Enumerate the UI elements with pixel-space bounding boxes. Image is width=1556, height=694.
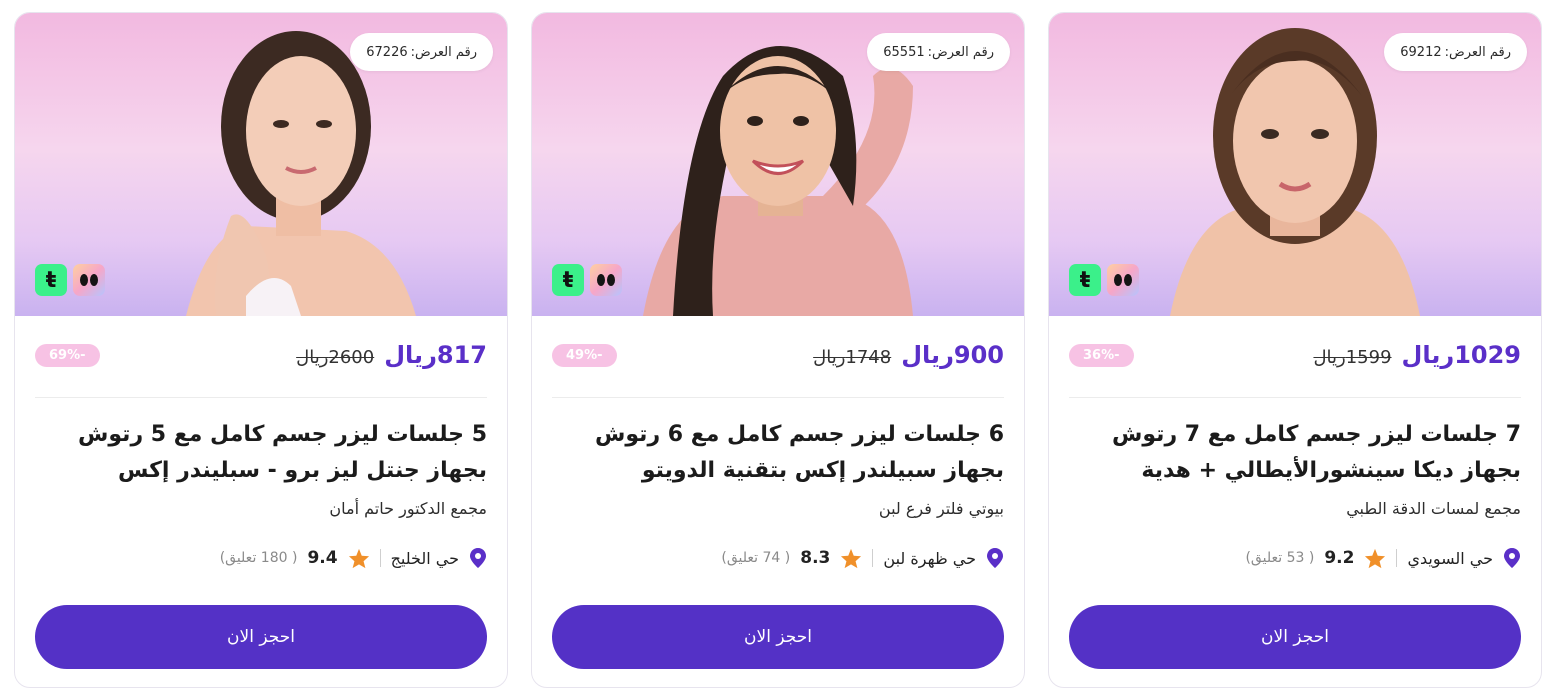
offer-card[interactable]: رقم العرض: 67226 ŧ 817ريال 2600ريال -69%… (14, 12, 508, 688)
star-icon (1365, 548, 1386, 568)
offer-number-badge: رقم العرض: 69212 (1384, 33, 1527, 71)
offer-meta: حي ظهرة لبن 8.3 ( 74 تعليق) (552, 543, 1004, 573)
offer-image[interactable]: رقم العرض: 67226 ŧ (15, 13, 507, 316)
offer-title[interactable]: 7 جلسات ليزر جسم كامل مع 7 رتوش بجهاز دي… (1069, 417, 1521, 489)
discount-badge: -49% (552, 343, 617, 367)
price-new: 1029ريال (1401, 341, 1521, 369)
reviews-count[interactable]: ( 74 تعليق) (721, 550, 790, 566)
offer-meta: حي الخليج 9.4 ( 180 تعليق) (35, 543, 487, 573)
star-icon (841, 548, 862, 568)
discount-badge: -69% (35, 343, 100, 367)
book-now-button[interactable]: احجز الان (552, 605, 1004, 669)
offer-number-badge: رقم العرض: 67226 (350, 33, 493, 71)
tabby-icon: ŧ (552, 264, 584, 296)
offer-number-label: رقم العرض: (1444, 44, 1511, 60)
location-text: حي ظهرة لبن (883, 548, 976, 568)
offer-number-label: رقم العرض: (410, 44, 477, 60)
star-icon (348, 548, 369, 568)
provider-name[interactable]: بيوتي فلتر فرع لبن (552, 499, 1004, 518)
offer-card[interactable]: رقم العرض: 69212 ŧ 1029ريال 1599ريال -36… (1048, 12, 1542, 688)
price-new: 817ريال (384, 341, 487, 369)
offer-number-label: رقم العرض: (927, 44, 994, 60)
offer-title[interactable]: 5 جلسات ليزر جسم كامل مع 5 رتوش بجهاز جن… (35, 417, 487, 489)
reviews-count[interactable]: ( 53 تعليق) (1245, 550, 1314, 566)
offer-image[interactable]: رقم العرض: 69212 ŧ (1049, 13, 1541, 316)
tamara-icon (1107, 264, 1139, 296)
location-text: حي الخليج (390, 548, 459, 568)
price-old: 1748ريال (813, 347, 892, 368)
payment-options: ŧ (35, 264, 105, 296)
payment-options: ŧ (1069, 264, 1139, 296)
discount-badge: -36% (1069, 343, 1134, 367)
offer-image[interactable]: رقم العرض: 65551 ŧ (532, 13, 1024, 316)
price-old: 1599ريال (1313, 347, 1392, 368)
offer-number-value: 65551 (883, 44, 925, 60)
price-old: 2600ريال (296, 347, 375, 368)
divider (1069, 397, 1521, 398)
offer-number-badge: رقم العرض: 65551 (867, 33, 1010, 71)
location-pin-icon (1504, 548, 1520, 568)
provider-name[interactable]: مجمع الدكتور حاتم أمان (35, 499, 487, 518)
book-now-button[interactable]: احجز الان (35, 605, 487, 669)
book-now-button[interactable]: احجز الان (1069, 605, 1521, 669)
offer-number-value: 69212 (1400, 44, 1442, 60)
rating-value: 8.3 (800, 548, 831, 568)
payment-options: ŧ (552, 264, 622, 296)
rating-value: 9.4 (307, 548, 338, 568)
offer-title[interactable]: 6 جلسات ليزر جسم كامل مع 6 رتوش بجهاز سب… (552, 417, 1004, 489)
price-row: 900ريال 1748ريال -49% (552, 335, 1004, 375)
price-new: 900ريال (901, 341, 1004, 369)
offer-meta: حي السويدي 9.2 ( 53 تعليق) (1069, 543, 1521, 573)
price-row: 817ريال 2600ريال -69% (35, 335, 487, 375)
divider (35, 397, 487, 398)
offer-number-value: 67226 (366, 44, 408, 60)
separator (379, 549, 381, 567)
offer-card[interactable]: رقم العرض: 65551 ŧ 900ريال 1748ريال -49%… (531, 12, 1025, 688)
location-pin-icon (470, 548, 486, 568)
tabby-icon: ŧ (1069, 264, 1101, 296)
offers-grid: رقم العرض: 69212 ŧ 1029ريال 1599ريال -36… (0, 0, 1556, 694)
tabby-icon: ŧ (35, 264, 67, 296)
location-pin-icon (987, 548, 1003, 568)
location-text: حي السويدي (1407, 548, 1493, 568)
tamara-icon (590, 264, 622, 296)
separator (872, 549, 874, 567)
separator (1396, 549, 1398, 567)
price-row: 1029ريال 1599ريال -36% (1069, 335, 1521, 375)
rating-value: 9.2 (1324, 548, 1355, 568)
tamara-icon (73, 264, 105, 296)
reviews-count[interactable]: ( 180 تعليق) (220, 550, 298, 566)
provider-name[interactable]: مجمع لمسات الدقة الطبي (1069, 499, 1521, 518)
divider (552, 397, 1004, 398)
